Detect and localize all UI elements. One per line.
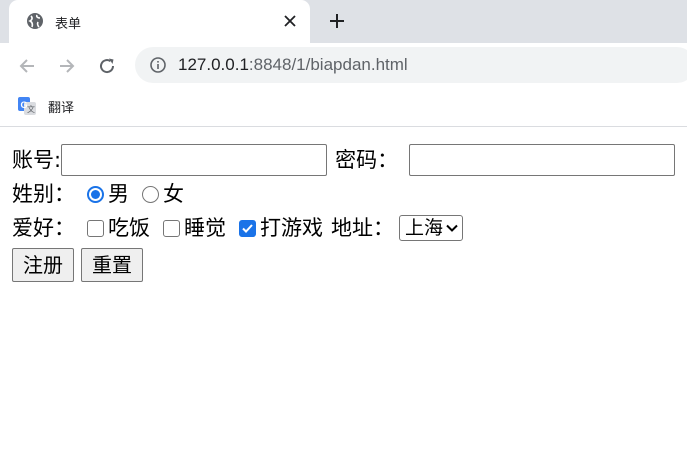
gender-radio-male[interactable] [87, 185, 104, 203]
reset-button[interactable]: 重置 [81, 248, 143, 282]
browser-chrome: 表单 127.0.0.1:8848/1/biapdan.html G 文 翻译 [0, 0, 687, 128]
hobby-checkbox-game[interactable] [239, 219, 256, 237]
gender-radio-female[interactable] [142, 185, 159, 203]
url-text: 127.0.0.1:8848/1/biapdan.html [178, 55, 408, 75]
hobby-label: 爱好： [12, 216, 75, 240]
browser-tab[interactable]: 表单 [9, 0, 310, 43]
gender-row: 姓别： 男 女 [12, 177, 687, 211]
browser-toolbar: 127.0.0.1:8848/1/biapdan.html [0, 43, 687, 88]
gender-option-male: 男 [108, 182, 129, 206]
address-label: 地址： [331, 216, 394, 240]
bookmarks-bar: G 文 翻译 [0, 88, 687, 127]
chevron-down-icon [446, 224, 458, 232]
reload-icon[interactable] [96, 55, 118, 77]
address-value: 上海 [405, 217, 444, 239]
gender-option-female: 女 [163, 182, 184, 206]
form-page: 账号: 密码： 姓别： 男 女 爱好： 吃饭 睡觉 打游戏 地址： 上海 注册 … [0, 129, 687, 471]
register-button[interactable]: 注册 [12, 248, 74, 282]
bookmark-translate[interactable]: G 文 翻译 [17, 96, 74, 116]
back-arrow-icon[interactable] [16, 55, 38, 77]
forward-arrow-icon[interactable] [56, 55, 78, 77]
google-translate-icon: G 文 [18, 97, 36, 115]
hobby-row: 爱好： 吃饭 睡觉 打游戏 地址： 上海 [12, 211, 687, 245]
globe-icon [27, 13, 43, 29]
account-label: 账号: [12, 148, 62, 172]
bookmark-label: 翻译 [48, 100, 75, 116]
password-label: 密码： [335, 148, 399, 172]
svg-text:文: 文 [27, 104, 35, 114]
address-select[interactable]: 上海 [399, 215, 464, 241]
tab-strip: 表单 [0, 0, 687, 43]
gender-label: 姓别： [12, 182, 75, 206]
tab-title: 表单 [55, 17, 82, 32]
account-input[interactable] [61, 144, 328, 176]
info-icon[interactable] [150, 57, 166, 73]
hobby-checkbox-eat[interactable] [87, 219, 104, 237]
hobby-sleep-label: 睡觉 [184, 216, 226, 240]
hobby-eat-label: 吃饭 [108, 216, 150, 240]
credentials-row: 账号: 密码： [12, 143, 687, 177]
plus-icon[interactable] [326, 10, 348, 32]
hobby-game-label: 打游戏 [260, 216, 323, 240]
close-icon[interactable] [281, 12, 299, 30]
button-row: 注册 重置 [12, 247, 687, 283]
hobby-checkbox-sleep[interactable] [163, 219, 180, 237]
address-bar[interactable]: 127.0.0.1:8848/1/biapdan.html [135, 47, 687, 83]
url-host: 127.0.0.1 [178, 55, 249, 74]
checkmark-icon [242, 223, 253, 233]
url-path: :8848/1/biapdan.html [248, 55, 408, 74]
password-input[interactable] [409, 144, 676, 176]
